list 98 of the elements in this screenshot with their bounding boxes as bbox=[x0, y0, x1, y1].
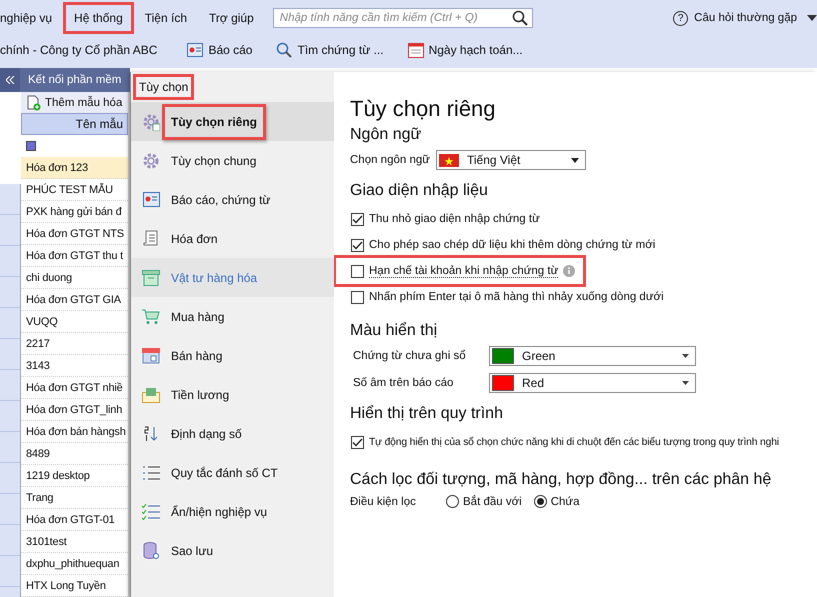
search-icon bbox=[512, 10, 528, 26]
caret-icon bbox=[682, 381, 689, 385]
gear-icon bbox=[142, 112, 160, 130]
add-document-icon bbox=[27, 94, 41, 110]
section-heading: Hiển thị trên quy trình bbox=[350, 405, 504, 423]
list-row[interactable]: 1219 desktop bbox=[21, 465, 128, 487]
dialog-title: Tùy chọn bbox=[133, 74, 194, 100]
filter-checkbox[interactable] bbox=[26, 141, 36, 151]
box-icon bbox=[142, 270, 160, 286]
document-icon bbox=[143, 230, 159, 248]
radio-button[interactable] bbox=[446, 495, 459, 508]
list-row[interactable]: Hóa đơn GTGT thu t bbox=[21, 245, 128, 267]
section-heading: Cách lọc đối tượng, mã hàng, hợp đồng... trên các phân hệ bbox=[350, 471, 772, 489]
nav-item[interactable]: Tùy chọn riêng bbox=[131, 102, 334, 141]
gear-icon bbox=[142, 152, 160, 170]
checkbox-label[interactable]: Tự động hiển thị của sổ chọn chức năng khi di chuột đến các biểu tượng trong quy trình nghi bbox=[369, 436, 779, 448]
nav-item[interactable]: Định dạng số bbox=[131, 414, 334, 453]
field-label: Số âm trên báo cáo bbox=[353, 377, 454, 389]
list-row[interactable]: PXK hàng gửi bán đ bbox=[21, 201, 128, 223]
nav-item[interactable]: Tùy chọn chung bbox=[131, 141, 334, 180]
list-row[interactable]: Hóa đơn GTGT nhiề bbox=[21, 377, 128, 399]
checklist-icon bbox=[142, 504, 160, 520]
list-row[interactable]: PHÚC TEST MẪU bbox=[21, 179, 128, 201]
toolbar-button[interactable]: Ngày hạch toán... bbox=[408, 42, 523, 58]
nav-item[interactable]: Bán hàng bbox=[131, 336, 334, 375]
collapse-button[interactable] bbox=[0, 68, 20, 92]
checkbox-label[interactable]: Thu nhỏ giao diện nhập chứng từ bbox=[369, 213, 540, 225]
radio-label[interactable]: Chứa bbox=[550, 496, 580, 508]
toolbar-button[interactable]: Báo cáo bbox=[187, 43, 252, 57]
flag-icon bbox=[438, 154, 459, 166]
checkbox-label[interactable]: Nhấn phím Enter tại ô mã hàng thì nhảy xuống dòng dưới bbox=[369, 291, 664, 303]
radio-button[interactable] bbox=[534, 495, 547, 508]
shop-icon bbox=[142, 347, 160, 364]
list-row[interactable]: Hóa đơn GTGT_linh bbox=[21, 399, 128, 421]
field-label: Điều kiện lọc bbox=[350, 496, 417, 508]
calendar-icon bbox=[408, 42, 424, 58]
toolbar-button[interactable]: Tìm chứng từ ... bbox=[276, 42, 384, 58]
search-field[interactable]: Nhập tính năng cần tìm kiếm (Ctrl + Q) bbox=[272, 8, 533, 28]
nav-item[interactable]: Báo cáo, chứng từ bbox=[131, 180, 334, 219]
checkbox[interactable] bbox=[351, 290, 364, 304]
list-row[interactable]: 8489 bbox=[21, 443, 128, 465]
menu-item[interactable]: Tiện ích bbox=[134, 2, 198, 34]
add-template-button[interactable]: Thêm mẫu hóa bbox=[21, 92, 128, 113]
nav-item[interactable]: Ẩn/hiện nghiệp vụ bbox=[131, 492, 334, 531]
caret-icon[interactable] bbox=[807, 14, 817, 22]
report-icon bbox=[187, 43, 204, 57]
section-heading: Màu hiển thị bbox=[350, 322, 438, 340]
nav-item[interactable]: Mua hàng bbox=[131, 297, 334, 336]
caret-icon bbox=[682, 354, 689, 358]
list-row[interactable]: Hóa đơn 123 bbox=[21, 157, 128, 179]
color-dropdown[interactable]: Green bbox=[489, 346, 696, 366]
list-row[interactable]: Hóa đơn GTGT-01 bbox=[21, 509, 128, 531]
cart-icon bbox=[142, 308, 160, 324]
list-row[interactable]: dxphu_phithuequan bbox=[21, 553, 128, 575]
faq-link[interactable]: Câu hỏi thường gặp bbox=[694, 12, 797, 24]
field-label: Chứng từ chưa ghi sổ bbox=[353, 350, 467, 362]
list-row[interactable]: Trang bbox=[21, 487, 128, 509]
language-dropdown[interactable]: Tiếng Việt bbox=[436, 150, 586, 170]
search-icon bbox=[276, 42, 292, 58]
checkbox-label[interactable]: Cho phép sao chép dữ liệu khi thêm dòng chứng từ mới bbox=[369, 239, 656, 251]
checkbox[interactable] bbox=[351, 264, 364, 278]
nav-item[interactable]: Sao lưu bbox=[131, 531, 334, 570]
radio-label[interactable]: Bắt đầu với bbox=[463, 496, 522, 508]
envelope-icon bbox=[142, 386, 160, 402]
nav-item[interactable]: Tiền lương bbox=[131, 375, 334, 414]
list-row[interactable]: 2217 bbox=[21, 333, 128, 355]
checkbox[interactable] bbox=[351, 436, 364, 448]
list-row[interactable]: 3143 bbox=[21, 355, 128, 377]
report-icon bbox=[142, 192, 160, 207]
list-row[interactable]: chi duong bbox=[21, 267, 128, 289]
caret-icon bbox=[570, 158, 579, 162]
list-row[interactable]: Hóa đơn bán hàngsh bbox=[21, 421, 128, 443]
list-row[interactable]: 3101test bbox=[21, 531, 128, 553]
checkbox-label[interactable]: Hạn chế tài khoản khi nhập chứng từ bbox=[369, 264, 558, 278]
list-row[interactable]: VUQQ bbox=[21, 311, 128, 333]
field-label: Chọn ngôn ngữ bbox=[350, 154, 430, 166]
checkbox[interactable] bbox=[351, 212, 364, 226]
list-row[interactable]: Hóa đơn GTGT GIA bbox=[21, 289, 128, 311]
nav-item[interactable]: Quy tắc đánh số CT bbox=[131, 453, 334, 492]
nav-item[interactable]: Hóa đơn bbox=[131, 219, 334, 258]
database-icon bbox=[143, 542, 159, 560]
menu-item[interactable]: Hệ thống bbox=[63, 2, 134, 34]
help-icon[interactable]: ? bbox=[673, 10, 688, 26]
column-header[interactable]: Tên mẫu bbox=[21, 113, 128, 135]
checkbox[interactable] bbox=[351, 238, 364, 252]
section-heading: Giao diện nhập liệu bbox=[350, 182, 489, 200]
company-name: chính - Công ty Cổ phần ABC bbox=[0, 43, 158, 57]
numbered-list-icon bbox=[142, 464, 160, 480]
nav-item[interactable]: Vật tư hàng hóa bbox=[131, 258, 334, 297]
sort-icon bbox=[142, 424, 160, 442]
list-row[interactable]: Hóa đơn GTGT NTS bbox=[21, 223, 128, 245]
section-heading: Ngôn ngữ bbox=[350, 126, 422, 144]
menu-item[interactable]: Trợ giúp bbox=[198, 2, 265, 34]
page-title: Tùy chọn riêng bbox=[350, 96, 497, 122]
list-row[interactable]: HTX Long Tuyền bbox=[21, 575, 128, 597]
double-chevron-icon bbox=[6, 76, 14, 84]
menu-item[interactable]: nghiệp vụ bbox=[0, 2, 64, 34]
color-dropdown[interactable]: Red bbox=[489, 373, 696, 393]
